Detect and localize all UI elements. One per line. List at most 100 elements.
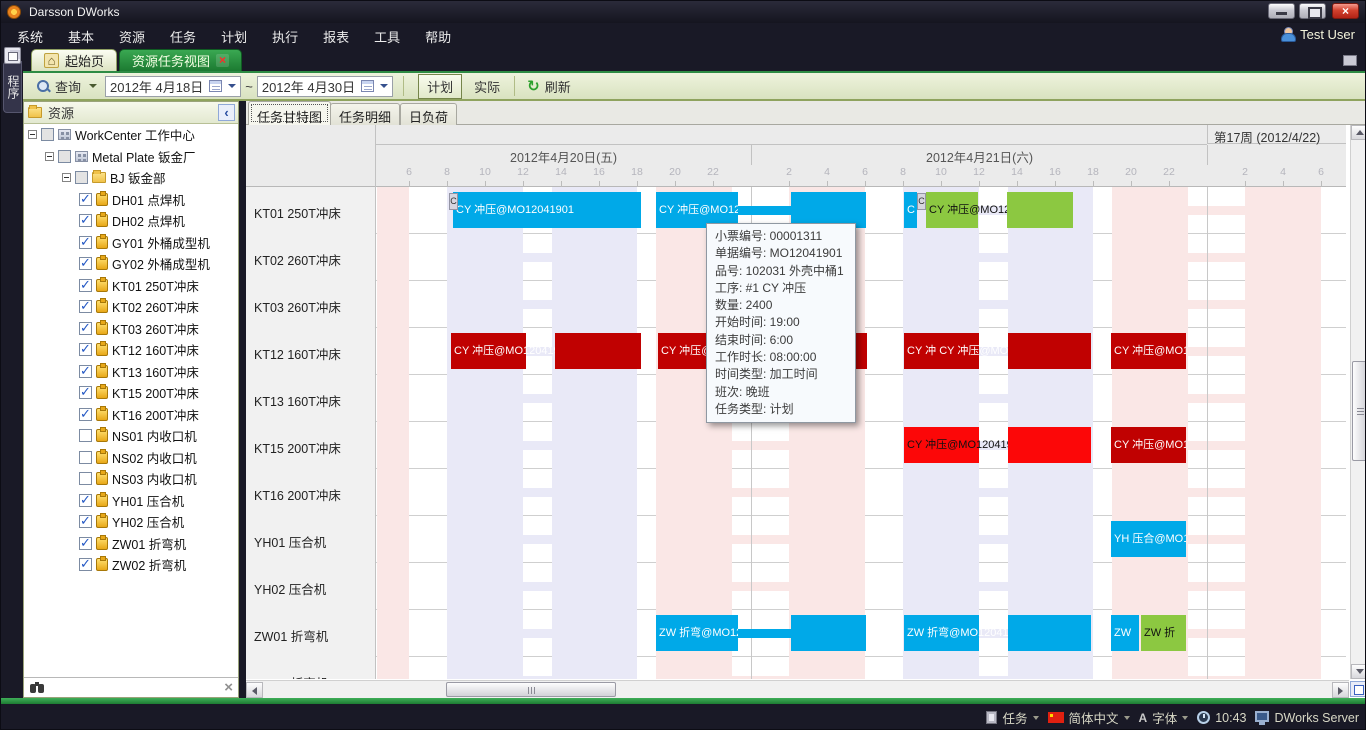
collapse-panel-button[interactable]: ‹ <box>218 104 235 121</box>
task-bar[interactable] <box>738 206 791 215</box>
find-icon[interactable] <box>30 682 46 693</box>
menu-item-5[interactable]: 执行 <box>270 25 300 48</box>
task-bar[interactable] <box>1008 427 1091 463</box>
pages-icon[interactable] <box>4 47 21 64</box>
tree-node[interactable]: GY02 外桶成型机 <box>24 253 238 275</box>
tree-node[interactable]: DH02 点焊机 <box>24 210 238 232</box>
task-bar[interactable] <box>791 615 866 651</box>
tree-checkbox[interactable] <box>75 171 88 184</box>
minimize-button[interactable] <box>1268 3 1295 19</box>
tree-checkbox[interactable] <box>79 429 92 442</box>
gantt-tab-2[interactable]: 日负荷 <box>400 103 457 125</box>
tree-checkbox[interactable] <box>79 279 92 292</box>
horizontal-scrollbar[interactable] <box>246 680 1349 698</box>
task-bar[interactable] <box>1008 615 1091 651</box>
tree-node[interactable]: YH01 压合机 <box>24 490 238 512</box>
tab-close-icon[interactable]: × <box>216 54 229 67</box>
user-box[interactable]: Test User <box>1281 27 1355 42</box>
tree-checkbox[interactable] <box>79 193 92 206</box>
tree-checkbox[interactable] <box>79 365 92 378</box>
task-bar[interactable]: C <box>904 192 917 228</box>
window-list-icon[interactable] <box>1343 55 1357 66</box>
tree-node[interactable]: YH02 压合机 <box>24 511 238 533</box>
date-from-picker[interactable]: 2012年 4月18日 <box>105 76 241 97</box>
menu-item-0[interactable]: 系统 <box>15 25 45 48</box>
tree-checkbox[interactable] <box>79 322 92 335</box>
task-bar[interactable]: CY 冲压@MO12041901 <box>453 192 641 228</box>
scrollbar-corner-button[interactable] <box>1350 681 1366 697</box>
vertical-scrollbar[interactable] <box>1350 125 1366 679</box>
tree-node[interactable]: GY01 外桶成型机 <box>24 232 238 254</box>
expander-icon[interactable] <box>62 173 71 182</box>
tree-checkbox[interactable] <box>79 343 92 356</box>
status-font-menu[interactable]: A 字体 <box>1139 708 1189 727</box>
expander-icon[interactable] <box>28 130 37 139</box>
task-bar[interactable]: ZW <box>1111 615 1139 651</box>
tree-checkbox[interactable] <box>79 494 92 507</box>
scroll-left-button[interactable] <box>246 682 263 698</box>
task-bar[interactable] <box>555 333 641 369</box>
tree-node[interactable]: KT12 160T冲床 <box>24 339 238 361</box>
gantt-tab-0[interactable]: 任务甘特图 <box>248 101 331 125</box>
tree-node[interactable]: KT13 160T冲床 <box>24 361 238 383</box>
tab-resource-task-view[interactable]: 资源任务视图 × <box>119 49 242 71</box>
expander-icon[interactable] <box>45 152 54 161</box>
menu-item-2[interactable]: 资源 <box>117 25 147 48</box>
refresh-button[interactable]: ↻ 刷新 <box>521 75 577 98</box>
scroll-down-button[interactable] <box>1351 664 1366 679</box>
task-bar[interactable] <box>738 629 791 638</box>
task-bar[interactable] <box>1008 333 1091 369</box>
tree-checkbox[interactable] <box>79 537 92 550</box>
task-marker[interactable]: C <box>917 193 926 210</box>
task-bar[interactable]: CY 冲压@MO1 <box>1111 427 1186 463</box>
tree-node[interactable]: DH01 点焊机 <box>24 189 238 211</box>
tree-node[interactable]: NS01 内收口机 <box>24 425 238 447</box>
tree-node[interactable]: KT15 200T冲床 <box>24 382 238 404</box>
task-bar[interactable]: CY 冲压@MO12041903 <box>904 427 979 463</box>
tree-node[interactable]: KT16 200T冲床 <box>24 404 238 426</box>
plan-toggle-button[interactable]: 计划 <box>418 74 462 99</box>
tree-node[interactable]: Metal Plate 钣金厂 <box>24 146 238 168</box>
tree-checkbox[interactable] <box>79 472 92 485</box>
vertical-scroll-thumb[interactable] <box>1352 361 1366 461</box>
tree-checkbox[interactable] <box>58 150 71 163</box>
task-bar[interactable]: ZW 折弯@MO12041901 <box>904 615 979 651</box>
menu-item-6[interactable]: 报表 <box>321 25 351 48</box>
tree-checkbox[interactable] <box>79 236 92 249</box>
close-button[interactable]: × <box>1332 3 1359 19</box>
gantt-tab-1[interactable]: 任务明细 <box>330 103 400 125</box>
tree-checkbox[interactable] <box>79 515 92 528</box>
tree-checkbox[interactable] <box>41 128 54 141</box>
task-bar[interactable]: ZW 折 <box>1141 615 1186 651</box>
tree-node[interactable]: KT02 260T冲床 <box>24 296 238 318</box>
date-to-picker[interactable]: 2012年 4月30日 <box>257 76 393 97</box>
scroll-right-button[interactable] <box>1332 682 1349 698</box>
menu-item-8[interactable]: 帮助 <box>423 25 453 48</box>
tree-checkbox[interactable] <box>79 257 92 270</box>
menu-item-4[interactable]: 计划 <box>219 25 249 48</box>
tree-node[interactable]: ZW01 折弯机 <box>24 533 238 555</box>
task-marker[interactable]: C <box>449 193 458 210</box>
tree-checkbox[interactable] <box>79 558 92 571</box>
query-button[interactable]: 查询 <box>33 75 101 98</box>
scroll-up-button[interactable] <box>1351 125 1366 140</box>
restore-button[interactable] <box>1299 3 1326 19</box>
tree-node[interactable]: ZW02 折弯机 <box>24 554 238 576</box>
tree-node[interactable]: NS02 内收口机 <box>24 447 238 469</box>
tree-checkbox[interactable] <box>79 408 92 421</box>
task-bar[interactable]: ZW 折弯@MO12041901 <box>656 615 738 651</box>
tab-start-page[interactable]: ⌂ 起始页 <box>31 49 117 71</box>
task-bar[interactable]: CY 冲压@MO1 <box>1111 333 1186 369</box>
tree-node[interactable]: KT03 260T冲床 <box>24 318 238 340</box>
tree-node[interactable]: WorkCenter 工作中心 <box>24 124 238 146</box>
status-task-menu[interactable]: 任务 <box>986 708 1038 727</box>
task-bar[interactable]: CY 冲压@MO12041904 <box>451 333 526 369</box>
horizontal-scroll-thumb[interactable] <box>446 682 616 697</box>
tree-checkbox[interactable] <box>79 386 92 399</box>
menu-item-7[interactable]: 工具 <box>372 25 402 48</box>
menu-item-1[interactable]: 基本 <box>66 25 96 48</box>
task-bar[interactable]: YH 压合@MO1 <box>1111 521 1186 557</box>
task-bar[interactable]: CY 冲压@MO12041902 <box>926 192 978 228</box>
task-bar[interactable]: CY 冲 CY 冲压@MO12041904 <box>904 333 979 369</box>
task-bar[interactable] <box>1007 192 1073 228</box>
